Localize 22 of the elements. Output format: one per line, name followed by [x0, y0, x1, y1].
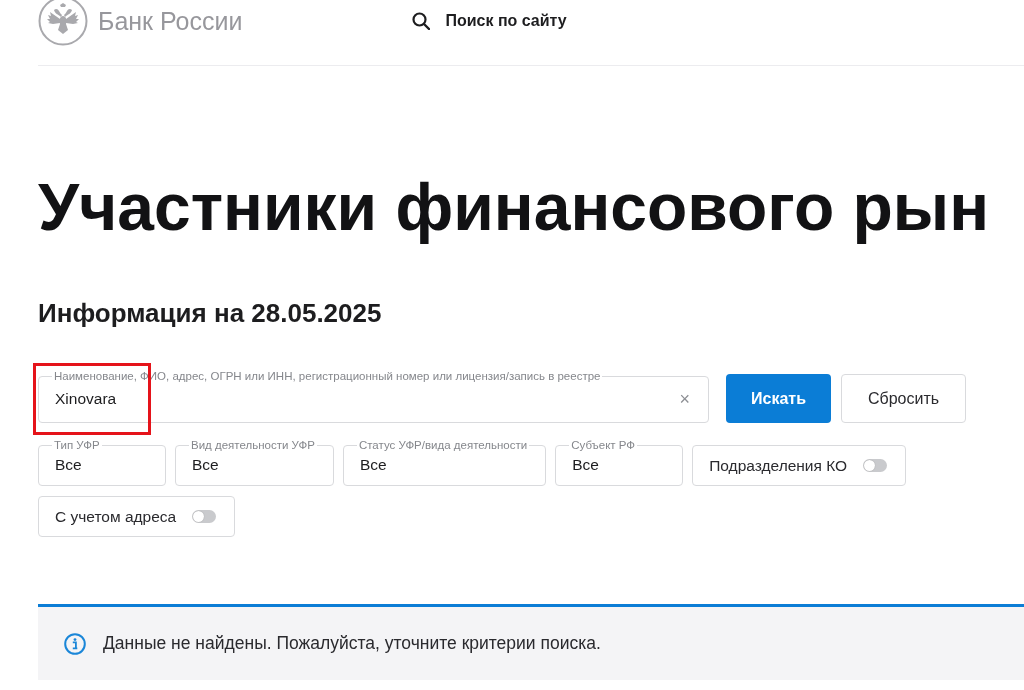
search-button[interactable]: Искать [726, 374, 831, 423]
field-label: Статус УФР/вида деятельности [357, 439, 529, 451]
logo-text: Банк России [98, 6, 243, 36]
search-icon [412, 12, 431, 30]
select-field[interactable]: Вид деятельности УФР Все [175, 439, 334, 486]
field-label: Субъект РФ [570, 439, 637, 451]
notice-text: Данные не найдены. Пожалуйста, уточните критерии поиска. [103, 633, 601, 654]
toggle-option[interactable]: Подразделения КО [692, 445, 907, 486]
info-date-heading: Информация на 28.05.2025 [38, 297, 383, 329]
site-search-link[interactable]: Поиск по сайту [412, 11, 567, 31]
page-title: Участники финансового рын [38, 169, 991, 246]
reset-button[interactable]: Сбросить [841, 374, 966, 423]
toggle-switch[interactable] [863, 459, 888, 472]
field-label: Вид деятельности УФР [190, 439, 316, 451]
toggle-switch[interactable] [192, 510, 217, 523]
select-field[interactable]: Статус УФР/вида деятельности Все [342, 439, 547, 486]
select-field[interactable]: Субъект РФ Все [555, 439, 684, 486]
emblem-icon [38, 0, 88, 46]
info-icon [64, 632, 86, 655]
field-label: Тип УФР [53, 439, 101, 451]
toggle-option[interactable]: С учетом адреса [38, 496, 236, 537]
select-field[interactable]: Тип УФР Все [38, 439, 166, 486]
